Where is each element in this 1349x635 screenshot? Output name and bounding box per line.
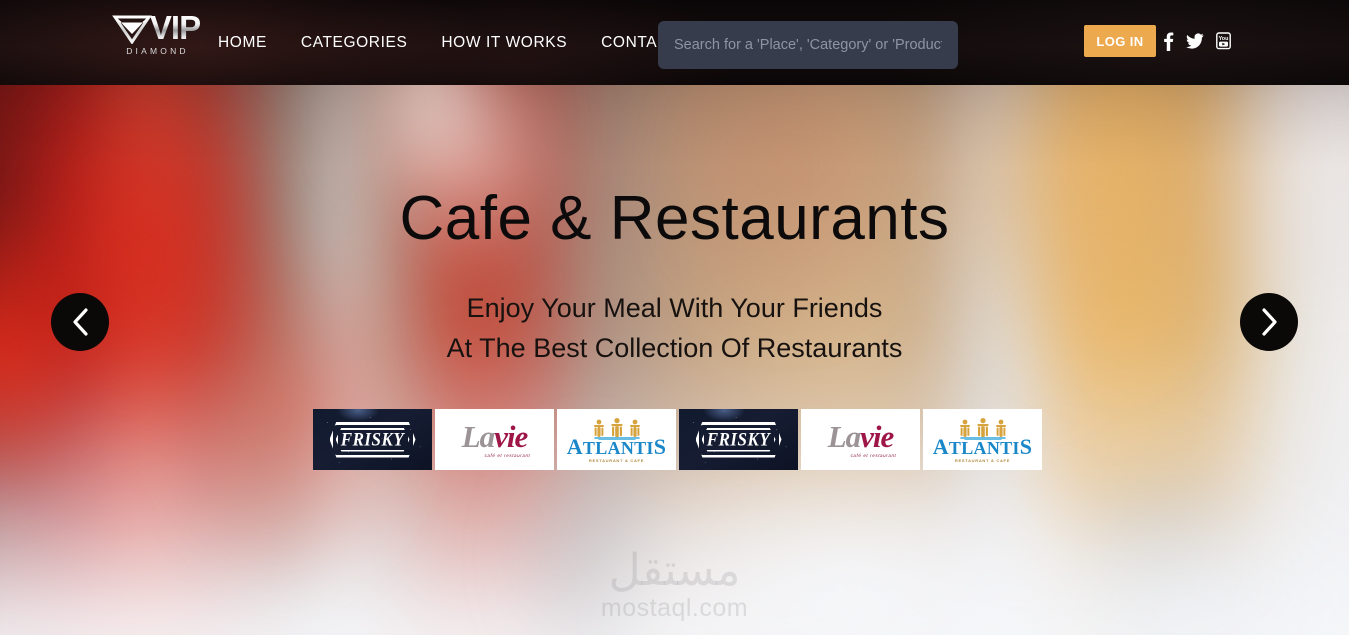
thumbnail-brand-label-part2: TLANTI (582, 438, 654, 458)
login-button[interactable]: LOG IN (1084, 25, 1156, 57)
thumbnail-brand-label-part2: vie (860, 419, 894, 454)
thumbnail-atlantis-2[interactable]: ATLANTIS RESTAURANT & CAFE (923, 409, 1042, 470)
carousel-prev-button[interactable] (51, 293, 109, 351)
diamond-icon (112, 15, 152, 44)
thumbnail-brand-tagline: café et restaurant (850, 453, 897, 458)
chevron-left-icon (73, 308, 88, 336)
lavie-wordmark: Lavie (461, 419, 529, 454)
thumbnail-frisky-2[interactable]: FRISKY (679, 409, 798, 470)
thumbnail-brand-label-part3: S (653, 434, 667, 459)
nav-item-home[interactable]: HOME (218, 34, 284, 52)
lavie-wordmark: Lavie (827, 419, 895, 454)
thumbnail-brand-tagline: café et restaurant (484, 453, 531, 458)
frisky-badge-icon: FRISKY (695, 421, 782, 458)
atlantis-figures-icon (593, 418, 640, 440)
youtube-icon[interactable]: You (1216, 32, 1231, 50)
atlantis-wordmark: ATLANTIS (933, 436, 1033, 458)
thumbnail-brand-tagline: RESTAURANT & CAFE (588, 458, 645, 463)
site-header: VIP DIAMOND HOME CATEGORIES HOW IT WORKS… (0, 0, 1349, 85)
thumbnail-brand-label-part1: A (932, 434, 949, 459)
thumbnail-la-vie-2[interactable]: Lavie café et restaurant (801, 409, 920, 470)
thumbnail-brand-label-part1: A (566, 434, 583, 459)
logo-tagline: DIAMOND (126, 46, 189, 56)
thumbnail-la-vie[interactable]: Lavie café et restaurant (435, 409, 554, 470)
carousel-next-button[interactable] (1240, 293, 1298, 351)
thumbnail-brand-label-part2: vie (494, 419, 528, 454)
main-navigation: HOME CATEGORIES HOW IT WORKS CONTACT US (218, 0, 723, 85)
nav-item-categories[interactable]: CATEGORIES (284, 34, 424, 52)
hero-subtitle-line-1: Enjoy Your Meal With Your Friends (466, 293, 883, 323)
hero-subtitle-line-2: At The Best Collection Of Restaurants (446, 333, 903, 363)
atlantis-wordmark: ATLANTIS (567, 436, 667, 458)
thumbnail-brand-label: FRISKY (340, 428, 405, 450)
thumbnail-brand-label-part1: La (461, 419, 495, 454)
thumbnail-frisky[interactable]: FRISKY (313, 409, 432, 470)
thumbnail-atlantis[interactable]: ATLANTIS RESTAURANT & CAFE (557, 409, 676, 470)
nav-item-how-it-works[interactable]: HOW IT WORKS (424, 34, 584, 52)
frisky-badge-icon: FRISKY (329, 421, 416, 458)
facebook-icon[interactable] (1163, 31, 1174, 51)
hero-subtitle: Enjoy Your Meal With Your Friends At The… (0, 288, 1349, 368)
chevron-right-icon (1262, 308, 1277, 336)
page-root: VIP DIAMOND HOME CATEGORIES HOW IT WORKS… (0, 0, 1349, 635)
thumbnail-brand-label: FRISKY (706, 428, 771, 450)
search-input[interactable] (658, 21, 958, 69)
logo-vip-text: VIP (149, 9, 201, 46)
twitter-icon[interactable] (1186, 33, 1204, 49)
brand-thumbnail-strip: FRISKY Lavie café et restaurant ATLANTIS… (313, 409, 1042, 470)
thumbnail-brand-tagline: RESTAURANT & CAFE (954, 458, 1011, 463)
atlantis-figures-icon (959, 418, 1006, 440)
thumbnail-brand-label-part3: S (1019, 434, 1033, 459)
thumbnail-brand-label-part2: TLANTI (948, 438, 1020, 458)
logo-mark: VIP (112, 9, 201, 46)
site-logo[interactable]: VIP DIAMOND (112, 9, 201, 58)
thumbnail-brand-label-part1: La (827, 419, 861, 454)
hero-title: Cafe & Restaurants (399, 184, 950, 253)
svg-text:You: You (1219, 36, 1229, 42)
social-links: You (1163, 31, 1231, 51)
